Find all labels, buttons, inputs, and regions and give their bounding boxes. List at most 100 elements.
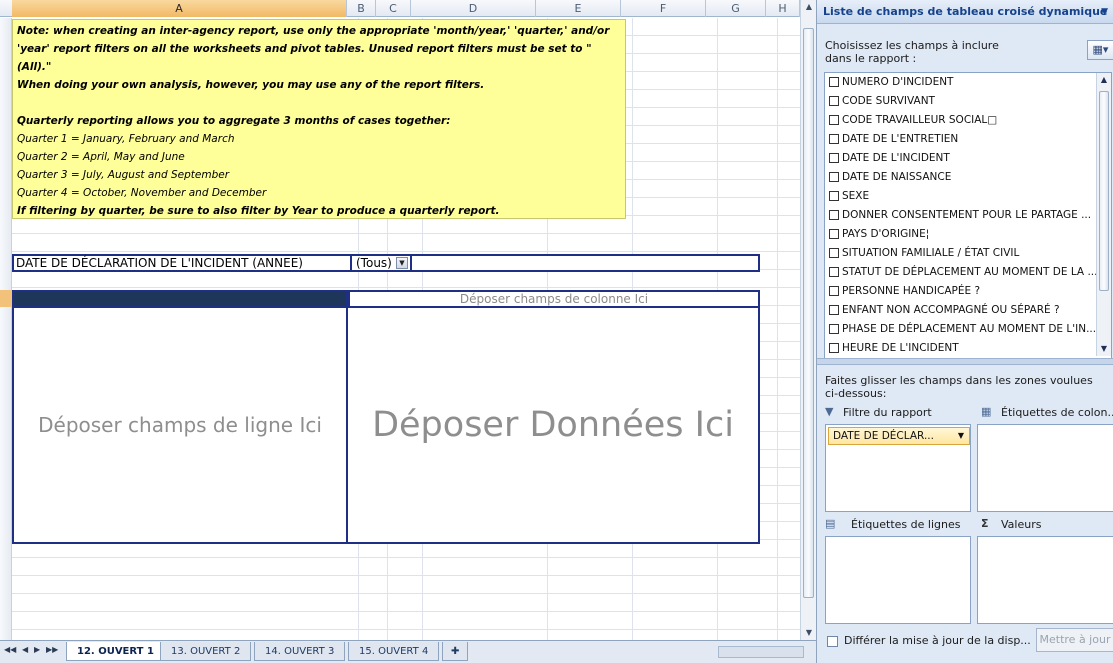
selected-row-header[interactable] — [0, 290, 12, 307]
column-labels-area[interactable] — [977, 424, 1113, 512]
data-drop-zone[interactable]: Déposer Données Ici — [348, 308, 760, 544]
column-labels-icon: ▦ — [981, 405, 992, 418]
field-checkbox[interactable] — [829, 172, 839, 182]
vertical-scrollbar[interactable]: ▲ ▼ — [800, 0, 816, 640]
insert-sheet-icon[interactable]: ✚ — [442, 642, 469, 661]
scroll-down-icon[interactable]: ▼ — [1097, 342, 1111, 356]
pivot-report-filter-row: DATE DE DÉCLARATION DE L'INCIDENT (ANNEE… — [12, 254, 760, 272]
column-header-d[interactable]: D — [411, 0, 536, 17]
field-label: CODE SURVIVANT — [842, 95, 935, 107]
sheet-tab[interactable]: 12. OUVERT 1 — [66, 642, 165, 661]
field-checkbox[interactable] — [829, 305, 839, 315]
column-header-a[interactable]: A — [12, 0, 347, 17]
field-checkbox[interactable] — [829, 115, 839, 125]
report-filter-label[interactable]: DATE DE DÉCLARATION DE L'INCIDENT (ANNEE… — [16, 256, 303, 271]
note-line: When doing your own analysis, however, y… — [17, 79, 485, 91]
field-item[interactable]: ENFANT NON ACCOMPAGNÉ OU SÉPARÉ ? — [825, 301, 1111, 320]
sheet-tab-bar: ◀◀ ◀ ▶ ▶▶ 12. OUVERT 1 13. OUVERT 2 14. … — [0, 640, 816, 663]
prev-sheet-icon[interactable]: ◀ — [22, 645, 28, 654]
field-item[interactable]: DATE DE L'ENTRETIEN — [825, 130, 1111, 149]
field-item[interactable]: PERSONNE HANDICAPÉE ? — [825, 282, 1111, 301]
field-checkbox[interactable] — [829, 267, 839, 277]
field-checkbox[interactable] — [829, 248, 839, 258]
field-item[interactable]: PHASE DE DÉPLACEMENT AU MOMENT DE L'IN..… — [825, 320, 1111, 339]
panel-title: Liste de champs de tableau croisé dynami… — [817, 0, 1113, 24]
column-drop-zone[interactable]: Déposer champs de colonne Ici — [348, 290, 760, 308]
row-labels-area[interactable] — [825, 536, 971, 624]
note-line: Quarterly reporting allows you to aggreg… — [17, 115, 451, 127]
last-sheet-icon[interactable]: ▶▶ — [46, 645, 58, 654]
values-area[interactable] — [977, 536, 1113, 624]
field-item[interactable]: CODE TRAVAILLEUR SOCIAL□ — [825, 111, 1111, 130]
field-item[interactable]: DATE DE L'INCIDENT — [825, 149, 1111, 168]
field-checkbox[interactable] — [829, 229, 839, 239]
field-checkbox[interactable] — [829, 96, 839, 106]
column-header-b[interactable]: B — [347, 0, 376, 17]
field-label: CODE TRAVAILLEUR SOCIAL□ — [842, 114, 998, 126]
instruction-note[interactable]: Note: when creating an inter-agency repo… — [12, 19, 626, 219]
first-sheet-icon[interactable]: ◀◀ — [4, 645, 16, 654]
field-checkbox[interactable] — [829, 324, 839, 334]
next-sheet-icon[interactable]: ▶ — [34, 645, 40, 654]
field-item[interactable]: STATUT DE DÉPLACEMENT AU MOMENT DE LA ..… — [825, 263, 1111, 282]
panel-splitter[interactable] — [817, 358, 1113, 365]
layout-options-button[interactable]: ▦▾ — [1087, 40, 1113, 60]
drag-fields-label: Faites glisser les champs dans les zones… — [825, 374, 1093, 400]
panel-menu-icon[interactable]: ▼ — [1101, 0, 1108, 24]
field-checkbox[interactable] — [829, 210, 839, 220]
row-headers[interactable] — [0, 18, 12, 640]
values-area-label: Valeurs — [1001, 518, 1042, 531]
field-label: PAYS D'ORIGINE¦ — [842, 228, 930, 240]
field-label: PHASE DE DÉPLACEMENT AU MOMENT DE L'IN..… — [842, 323, 1097, 335]
field-item[interactable]: DATE DE NAISSANCE — [825, 168, 1111, 187]
scroll-up-icon[interactable]: ▲ — [1097, 73, 1111, 87]
field-checkbox[interactable] — [829, 77, 839, 87]
field-checkbox[interactable] — [829, 343, 839, 353]
field-list-scrollbar[interactable]: ▲ ▼ — [1096, 73, 1111, 356]
field-item[interactable]: CODE SURVIVANT — [825, 92, 1111, 111]
update-button[interactable]: Mettre à jour — [1036, 628, 1113, 652]
row-drop-zone[interactable]: Déposer champs de ligne Ici — [12, 308, 348, 544]
report-filter-area-label: Filtre du rapport — [843, 406, 932, 419]
field-item[interactable]: NUMERO D'INCIDENT — [825, 73, 1111, 92]
sheet-tab[interactable]: 15. OUVERT 4 — [348, 642, 440, 661]
row-labels-area-label: Étiquettes de lignes — [851, 518, 961, 531]
sheet-tab[interactable]: 13. OUVERT 2 — [160, 642, 252, 661]
column-header-h[interactable]: H — [766, 0, 800, 17]
horizontal-scrollbar[interactable] — [718, 646, 804, 658]
field-item[interactable]: SEXE — [825, 187, 1111, 206]
field-item[interactable]: HEURE DE L'INCIDENT — [825, 339, 1111, 358]
scrollbar-thumb[interactable] — [1099, 91, 1109, 291]
scroll-down-icon[interactable]: ▼ — [801, 626, 817, 640]
defer-update-checkbox[interactable] — [827, 636, 838, 647]
field-checkbox[interactable] — [829, 134, 839, 144]
column-header-e[interactable]: E — [536, 0, 621, 17]
column-header-c[interactable]: C — [376, 0, 411, 17]
filter-dropdown-icon[interactable]: ▼ — [396, 257, 408, 269]
field-label: SEXE — [842, 190, 870, 202]
field-checkbox[interactable] — [829, 153, 839, 163]
field-label: DONNER CONSENTEMENT POUR LE PARTAGE ... — [842, 209, 1092, 221]
field-item[interactable]: PAYS D'ORIGINE¦ — [825, 225, 1111, 244]
worksheet[interactable]: A B C D E F G H Note: when creating an i… — [0, 0, 800, 640]
report-filter-area[interactable]: DATE DE DÉCLAR... ▼ — [825, 424, 971, 512]
filter-chip-label: DATE DE DÉCLAR... — [833, 430, 934, 442]
column-header-f[interactable]: F — [621, 0, 706, 17]
selected-cell[interactable] — [12, 290, 348, 308]
scroll-up-icon[interactable]: ▲ — [801, 0, 817, 14]
report-filter-field-chip[interactable]: DATE DE DÉCLAR... ▼ — [828, 427, 970, 445]
scrollbar-thumb[interactable] — [803, 28, 814, 598]
field-list[interactable]: NUMERO D'INCIDENT CODE SURVIVANT CODE TRAV… — [824, 72, 1112, 359]
field-item[interactable]: DONNER CONSENTEMENT POUR LE PARTAGE ... — [825, 206, 1111, 225]
field-checkbox[interactable] — [829, 286, 839, 296]
filter-icon: ▼ — [825, 405, 834, 418]
note-line: Quarter 1 = January, February and March — [17, 133, 235, 145]
column-header-g[interactable]: G — [706, 0, 766, 17]
note-line: Quarter 3 = July, August and September — [17, 169, 230, 181]
field-label: PERSONNE HANDICAPÉE ? — [842, 285, 981, 297]
field-label: DATE DE L'ENTRETIEN — [842, 133, 959, 145]
chevron-down-icon[interactable]: ▼ — [958, 428, 964, 444]
sheet-tab[interactable]: 14. OUVERT 3 — [254, 642, 346, 661]
field-checkbox[interactable] — [829, 191, 839, 201]
field-item[interactable]: SITUATION FAMILIALE / ÉTAT CIVIL — [825, 244, 1111, 263]
